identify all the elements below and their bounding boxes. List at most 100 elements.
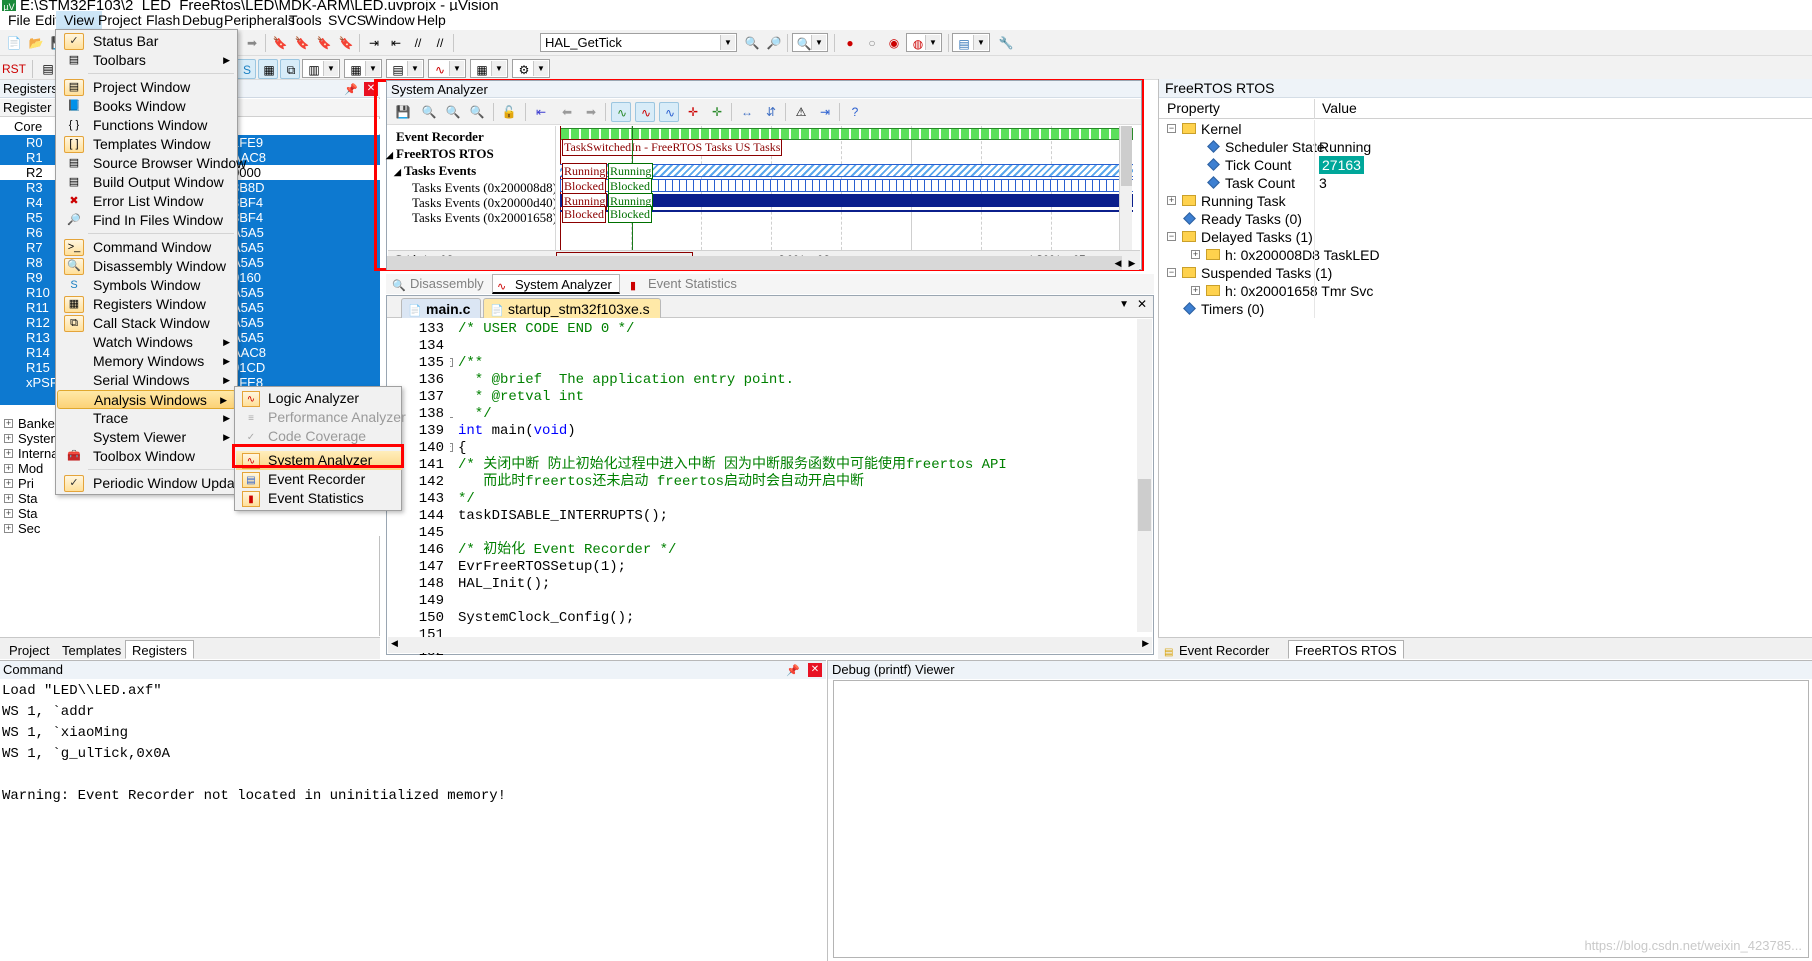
rtos-property-row[interactable]: + Running Task bbox=[1159, 192, 1812, 210]
view-menu-item-trace[interactable]: Trace ▶ bbox=[57, 409, 238, 428]
chevron-down-icon[interactable]: ▼ bbox=[925, 35, 940, 50]
prev-icon[interactable]: ⬅ bbox=[557, 102, 577, 122]
chevron-down-icon[interactable]: ▼ bbox=[720, 35, 735, 50]
expander-minus-icon[interactable]: − bbox=[1167, 232, 1176, 241]
chevron-down-icon[interactable]: ▼ bbox=[407, 61, 422, 76]
find-icon[interactable]: 🔍 bbox=[742, 33, 762, 53]
sysan-tree-row[interactable]: Event Recorder bbox=[396, 129, 484, 144]
code-editor[interactable]: 📄 main.c 📄 startup_stm32f103xe.s ▼ ✕ 133… bbox=[386, 295, 1154, 711]
bookmark-clear-icon[interactable]: 🔖 bbox=[336, 33, 356, 53]
view-menu-item-watch-windows[interactable]: Watch Windows ▶ bbox=[57, 333, 238, 352]
view-menu-item-error-list-window[interactable]: ✖ Error List Window bbox=[57, 192, 238, 211]
view-menu-item-system-viewer[interactable]: System Viewer ▶ bbox=[57, 428, 238, 447]
registers-window-icon[interactable]: ▦ bbox=[258, 59, 278, 79]
system-analyzer-plot[interactable]: TaskSwitchedIn - FreeRTOS Tasks US Tasks… bbox=[555, 126, 1133, 270]
view-menu-item-source-browser-window[interactable]: ▤ Source Browser Window bbox=[57, 154, 246, 173]
scrollbar-thumb[interactable] bbox=[1138, 479, 1151, 531]
watch-windows-combo[interactable]: ▥ ▼ bbox=[302, 59, 340, 78]
trace-combo[interactable]: ▦ ▼ bbox=[470, 59, 508, 78]
code-fold-icon[interactable] bbox=[450, 409, 453, 418]
menu-help[interactable]: Help bbox=[409, 11, 454, 30]
editor-code-area[interactable]: /* USER CODE END 0 */ /**− * @brief The a… bbox=[450, 319, 1137, 632]
system-analyzer-hscrollbar[interactable]: ◀ ▶ bbox=[387, 256, 1139, 270]
outdent-icon[interactable]: ⇤ bbox=[386, 33, 406, 53]
view-menu-item-toolbox-window[interactable]: 🧰 Toolbox Window bbox=[57, 447, 238, 466]
rtos-property-row[interactable]: − Kernel bbox=[1159, 120, 1812, 138]
bookmark-icon[interactable]: 🔖 bbox=[270, 33, 290, 53]
save-icon[interactable]: 💾 bbox=[393, 102, 413, 122]
code-fold-icon[interactable]: − bbox=[450, 443, 453, 452]
zoom-in-icon[interactable]: 🔍 bbox=[419, 102, 439, 122]
expander-plus-icon[interactable]: + bbox=[4, 434, 13, 443]
chevron-down-icon[interactable]: ▼ bbox=[491, 61, 506, 76]
rtos-property-row[interactable]: Task Count 3 bbox=[1159, 174, 1812, 192]
scroll-right-icon[interactable]: ▶ bbox=[1142, 638, 1149, 649]
scrollbar-thumb[interactable] bbox=[387, 256, 1122, 270]
breakpoint-kill-icon[interactable]: ◉ bbox=[884, 33, 904, 53]
breakpoint-icon[interactable]: ● bbox=[840, 33, 860, 53]
sysan-tree-row[interactable]: Tasks Events (0x20001658) bbox=[412, 210, 557, 225]
view-menu-item-command-window[interactable]: >_ Command Window bbox=[57, 238, 238, 257]
system-analyzer-window[interactable]: System Analyzer 💾 🔍 🔍 🔍 🔓 ⇤ ⬅ ➡ ∿ ∿ ∿ ✛ … bbox=[386, 80, 1142, 270]
breakpoint-disable-all-icon[interactable]: ◍ ▼ bbox=[906, 33, 942, 52]
view-menu-item-analysis-windows[interactable]: Analysis Windows ▶ bbox=[57, 390, 236, 409]
view-menu-item-toolbars[interactable]: ▤ Toolbars ▶ bbox=[57, 51, 238, 70]
editor-tab-startup[interactable]: 📄 startup_stm32f103xe.s bbox=[483, 298, 661, 318]
center-dock-tabs[interactable]: 🔍 Disassembly ∿ System Analyzer ▮ Event … bbox=[386, 274, 1154, 294]
expander-plus-icon[interactable]: + bbox=[1167, 196, 1176, 205]
open-file-icon[interactable]: 📂 bbox=[26, 33, 46, 53]
tab-event-statistics[interactable]: ▮ Event Statistics bbox=[626, 274, 744, 294]
breakpoint-disable-icon[interactable]: ○ bbox=[862, 33, 882, 53]
rtos-property-row[interactable]: + h: 0x200008D8 TaskLED bbox=[1159, 246, 1812, 264]
sysan-tree-row[interactable]: Tasks Events (0x20000d40) bbox=[412, 195, 557, 210]
editor-tabstrip[interactable]: 📄 main.c 📄 startup_stm32f103xe.s ▼ ✕ bbox=[387, 296, 1153, 318]
zoom-out-icon[interactable]: 🔍 bbox=[467, 102, 487, 122]
rtos-property-row[interactable]: + h: 0x20001658 Tmr Svc bbox=[1159, 282, 1812, 300]
scroll-right-icon[interactable]: ▶ bbox=[1125, 256, 1139, 270]
close-icon[interactable]: ✕ bbox=[1137, 297, 1147, 311]
show-cursor-icon[interactable]: ∿ bbox=[659, 102, 679, 122]
uncomment-icon[interactable]: // bbox=[430, 33, 450, 53]
scroll-left-icon[interactable]: ◀ bbox=[1111, 256, 1125, 270]
bookmark-prev-icon[interactable]: 🔖 bbox=[292, 33, 312, 53]
view-menu-item-build-output-window[interactable]: ▤ Build Output Window bbox=[57, 173, 238, 192]
system-viewer-combo[interactable]: ⚙ ▼ bbox=[512, 59, 550, 78]
new-file-icon[interactable]: 📄 bbox=[4, 33, 24, 53]
submenu-item-performance-analyzer[interactable]: ≡ Performance Analyzer bbox=[236, 408, 406, 427]
jump-to-cursor-icon[interactable]: ⇤ bbox=[531, 102, 551, 122]
delete-marker-icon[interactable]: ✛ bbox=[683, 102, 703, 122]
view-menu-item-call-stack-window[interactable]: ⧉ Call Stack Window bbox=[57, 314, 238, 333]
next-icon[interactable]: ➡ bbox=[581, 102, 601, 122]
editor-horizontal-scrollbar[interactable]: ◀ ▶ bbox=[388, 637, 1152, 653]
delete-all-markers-icon[interactable]: ✛ bbox=[707, 102, 727, 122]
comment-icon[interactable]: // bbox=[408, 33, 428, 53]
expander-plus-icon[interactable]: + bbox=[4, 419, 13, 428]
expander-plus-icon[interactable]: + bbox=[4, 479, 13, 488]
expander-plus-icon[interactable]: + bbox=[4, 524, 13, 533]
rtos-property-row[interactable]: Ready Tasks (0) bbox=[1159, 210, 1812, 228]
view-menu-item-status-bar[interactable]: ✓ Status Bar bbox=[57, 32, 238, 51]
analysis-windows-combo[interactable]: ∿ ▼ bbox=[428, 59, 466, 78]
command-pane[interactable]: Command 📌 ✕ Load "LED\\LED.axf" WS 1, `ad… bbox=[0, 660, 826, 961]
tab-disassembly[interactable]: 🔍 Disassembly bbox=[388, 274, 488, 294]
configure-icon[interactable]: 🔧 bbox=[996, 33, 1016, 53]
debug-toolbar[interactable]: RST ▤ ⤓ ⤵ ⤴ ⇥ ✦ ▤ ≡ S ▦ ⧉ ▥ ▼ ▦ ▼ ▤ ▼ ∿ … bbox=[0, 56, 1812, 80]
tab-templates[interactable]: Templates bbox=[55, 640, 128, 659]
chevron-down-icon[interactable]: ◢ bbox=[386, 148, 393, 163]
memory-windows-combo[interactable]: ▦ ▼ bbox=[344, 59, 382, 78]
rtos-property-row[interactable]: Tick Count 27163 bbox=[1159, 156, 1812, 174]
chevron-down-icon[interactable]: ▼ bbox=[973, 35, 988, 50]
system-analyzer-toolbar[interactable]: 💾 🔍 🔍 🔍 🔓 ⇤ ⬅ ➡ ∿ ∿ ∿ ✛ ✛ ↔ ⇵ ⚠ ⇥ ? bbox=[387, 99, 1141, 125]
show-signals-icon[interactable]: ∿ bbox=[611, 102, 631, 122]
expander-plus-icon[interactable]: + bbox=[1191, 250, 1200, 259]
chevron-down-icon[interactable]: ◢ bbox=[394, 165, 401, 180]
pin-icon[interactable]: 📌 bbox=[344, 81, 358, 99]
rtos-property-row[interactable]: Timers (0) bbox=[1159, 300, 1812, 318]
register-group-row[interactable]: + Sec bbox=[0, 521, 380, 536]
main-toolbar[interactable]: 📄 📂 💾 🖫 ✂ ⧉ 📋 ↩ ↪ ⬅ ➡ 🔖 🔖 🔖 🔖 ⇥ ⇤ // // … bbox=[0, 30, 1812, 56]
view-menu-item-registers-window[interactable]: ▦ Registers Window bbox=[57, 295, 238, 314]
submenu-item-event-statistics[interactable]: ▮ Event Statistics bbox=[236, 489, 402, 508]
expander-minus-icon[interactable]: − bbox=[1167, 268, 1176, 277]
tab-freertos-rtos[interactable]: FreeRTOS RTOS bbox=[1288, 640, 1404, 659]
pin-icon[interactable]: 📌 bbox=[786, 662, 800, 680]
